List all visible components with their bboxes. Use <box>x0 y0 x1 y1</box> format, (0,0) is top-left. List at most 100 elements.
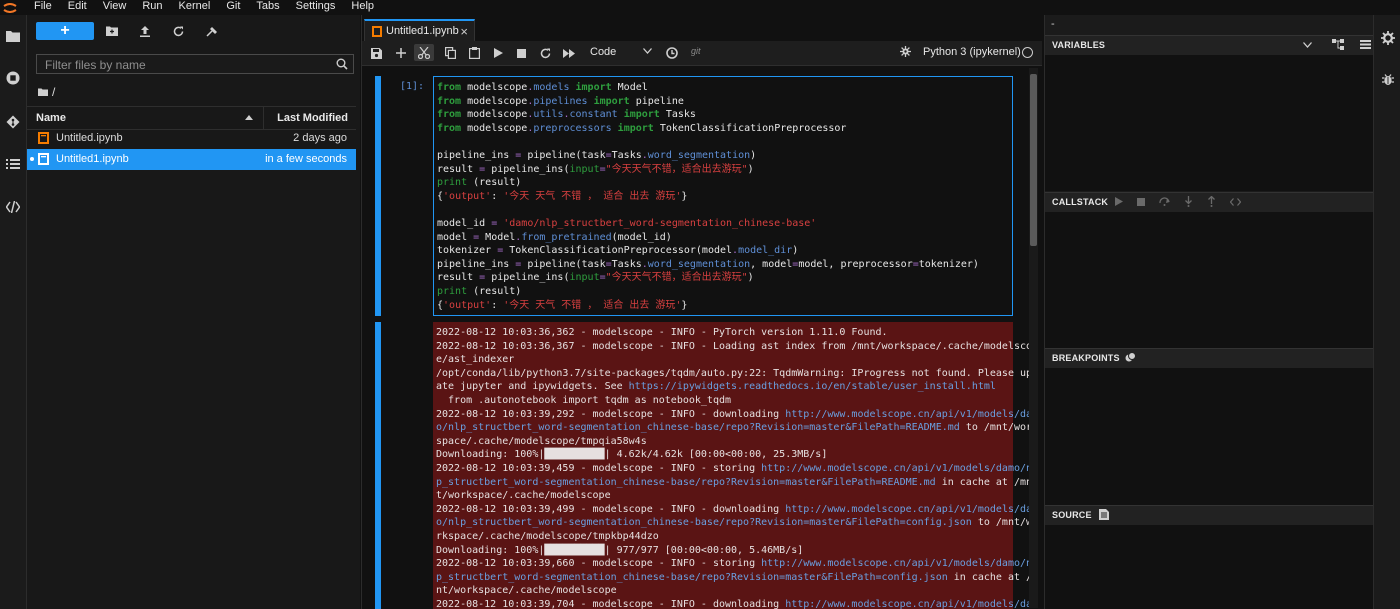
column-name-header[interactable]: Name <box>36 112 66 124</box>
breadcrumb[interactable]: / <box>38 85 55 99</box>
kernel-name[interactable]: Python 3 (ipykernel) <box>923 46 1021 58</box>
step-out-icon[interactable] <box>1207 196 1216 207</box>
code-editor[interactable]: from modelscope.models import Model from… <box>437 81 979 312</box>
input-collapser[interactable] <box>375 76 381 316</box>
breakpoints-title: BREAKPOINTS <box>1052 353 1120 363</box>
menu-tabs[interactable]: Tabs <box>248 0 287 12</box>
evaluate-code-icon[interactable] <box>1230 197 1241 206</box>
stop-icon[interactable] <box>513 45 529 61</box>
restart-kernel-icon[interactable] <box>537 45 553 61</box>
remove-all-breakpoints-icon[interactable] <box>1125 352 1136 363</box>
git-icon[interactable] <box>0 109 26 135</box>
bug-icon[interactable] <box>900 46 911 57</box>
scrollbar-thumb[interactable] <box>1030 74 1037 246</box>
insert-cell-icon[interactable] <box>393 45 409 61</box>
file-row-selected[interactable]: Untitled1.ipynb in a few seconds <box>27 149 356 170</box>
output-link[interactable]: http://www.modelscope.cn/api/v1/models/d… <box>761 558 1038 569</box>
debugger-icon[interactable] <box>1374 66 1400 92</box>
menu-edit[interactable]: Edit <box>60 0 95 12</box>
paste-icon[interactable] <box>466 45 482 61</box>
output-link[interactable]: http://www.modelscope.cn/api/v1/models/d… <box>785 409 1038 420</box>
cell-type-value: Code <box>590 46 617 58</box>
clock-icon[interactable] <box>664 45 680 61</box>
restart-run-all-icon[interactable] <box>561 45 577 61</box>
running-kernels-icon[interactable] <box>0 65 26 91</box>
output-link[interactable]: https://ipywidgets.readthedocs.io/en/sta… <box>629 381 996 392</box>
output-link[interactable]: http://www.modelscope.cn/api/v1/models/d… <box>761 463 1038 474</box>
output-link[interactable]: http://www.modelscope.cn/api/v1/models/d… <box>785 504 1038 515</box>
callstack-title: CALLSTACK <box>1052 197 1109 207</box>
step-in-icon[interactable] <box>1184 196 1193 207</box>
column-modified-label: Last Modified <box>277 112 348 124</box>
output-line: 2022-08-12 10:03:39,292 - modelscope - I… <box>436 408 1039 420</box>
output-line: t/workspace/.cache/modelscope <box>436 490 611 502</box>
cell-type-dropdown[interactable]: Code <box>590 46 652 60</box>
extension-manager-icon[interactable] <box>0 194 26 220</box>
notebook-scrollbar[interactable] <box>1029 68 1038 608</box>
folder-icon[interactable] <box>0 23 26 49</box>
git-clone-icon[interactable] <box>203 23 221 39</box>
menu-help[interactable]: Help <box>343 0 382 12</box>
git-diff-label[interactable]: git <box>691 46 701 56</box>
chevron-down-icon[interactable] <box>1303 41 1312 48</box>
output-link[interactable]: http://www.modelscope.cn/api/v1/models/d… <box>785 599 1038 609</box>
tab-bar: Untitled1.ipynb × <box>362 15 1044 41</box>
output-line: p_structbert_word-segmentation_chinese-b… <box>436 476 1033 488</box>
menu-view[interactable]: View <box>95 0 135 12</box>
step-over-icon[interactable] <box>1159 197 1170 206</box>
output-line: o/nlp_structbert_word-segmentation_chine… <box>436 422 1039 434</box>
output-link[interactable]: o/nlp_structbert_word-segmentation_chine… <box>436 422 960 433</box>
terminate-icon[interactable] <box>1137 197 1145 206</box>
menu-bar: File Edit View Run Kernel Git Tabs Setti… <box>0 0 1400 15</box>
source-section: SOURCE <box>1045 505 1373 609</box>
code-cell-input[interactable]: from modelscope.models import Model from… <box>433 76 1013 316</box>
sort-ascending-icon[interactable] <box>245 115 253 120</box>
menu-run[interactable]: Run <box>134 0 170 12</box>
folder-icon <box>38 88 48 96</box>
new-folder-icon[interactable] <box>103 23 121 39</box>
output-link[interactable]: p_structbert_word-segmentation_chinese-b… <box>436 477 936 488</box>
new-launcher-button[interactable]: + <box>36 22 94 40</box>
file-row[interactable]: Untitled.ipynb 2 days ago <box>27 128 356 149</box>
menu-file[interactable]: File <box>26 0 60 12</box>
file-filter-box <box>36 54 354 74</box>
tree-view-icon[interactable] <box>1332 39 1344 50</box>
refresh-icon[interactable] <box>169 23 187 39</box>
file-name: Untitled1.ipynb <box>56 153 129 165</box>
menu-settings[interactable]: Settings <box>288 0 344 12</box>
search-icon <box>336 58 348 70</box>
tab-untitled1[interactable]: Untitled1.ipynb × <box>364 19 475 41</box>
variables-tools <box>1303 39 1371 50</box>
callstack-header: CALLSTACK <box>1045 192 1373 213</box>
run-icon[interactable] <box>490 45 506 61</box>
output-link[interactable]: o/nlp_structbert_word-segmentation_chine… <box>436 517 972 528</box>
menu-git[interactable]: Git <box>218 0 248 12</box>
output-link[interactable]: p_structbert_word-segmentation_chinese-b… <box>436 572 948 583</box>
open-source-icon[interactable] <box>1099 509 1109 520</box>
column-modified-header[interactable]: Last Modified <box>263 107 356 129</box>
cut-icon[interactable] <box>414 44 434 61</box>
file-filter-input[interactable] <box>43 56 327 74</box>
input-prompt: [1]: <box>400 81 425 92</box>
variables-title: VARIABLES <box>1052 40 1106 50</box>
close-icon[interactable]: × <box>460 24 468 39</box>
jupyter-logo-icon <box>3 3 17 13</box>
file-name: Untitled.ipynb <box>56 132 123 144</box>
notebook-icon <box>38 132 49 144</box>
copy-icon[interactable] <box>442 45 458 61</box>
file-browser-toolbar: + <box>27 22 357 44</box>
table-view-icon[interactable] <box>1360 40 1371 49</box>
upload-icon[interactable] <box>136 23 154 39</box>
output-line: p_structbert_word-segmentation_chinese-b… <box>436 571 1039 583</box>
breadcrumb-root[interactable]: / <box>52 85 55 99</box>
output-text: 2022-08-12 10:03:36,362 - modelscope - I… <box>436 326 1038 609</box>
output-collapser[interactable] <box>375 322 381 609</box>
output-line: 2022-08-12 10:03:36,362 - modelscope - I… <box>436 327 888 338</box>
table-of-contents-icon[interactable] <box>0 151 26 177</box>
save-icon[interactable] <box>368 45 384 61</box>
output-line: e/ast_indexer <box>436 354 515 366</box>
breakpoints-header: BREAKPOINTS <box>1045 348 1373 369</box>
property-inspector-icon[interactable] <box>1374 25 1400 51</box>
continue-icon[interactable] <box>1115 197 1123 206</box>
menu-kernel[interactable]: Kernel <box>171 0 219 12</box>
